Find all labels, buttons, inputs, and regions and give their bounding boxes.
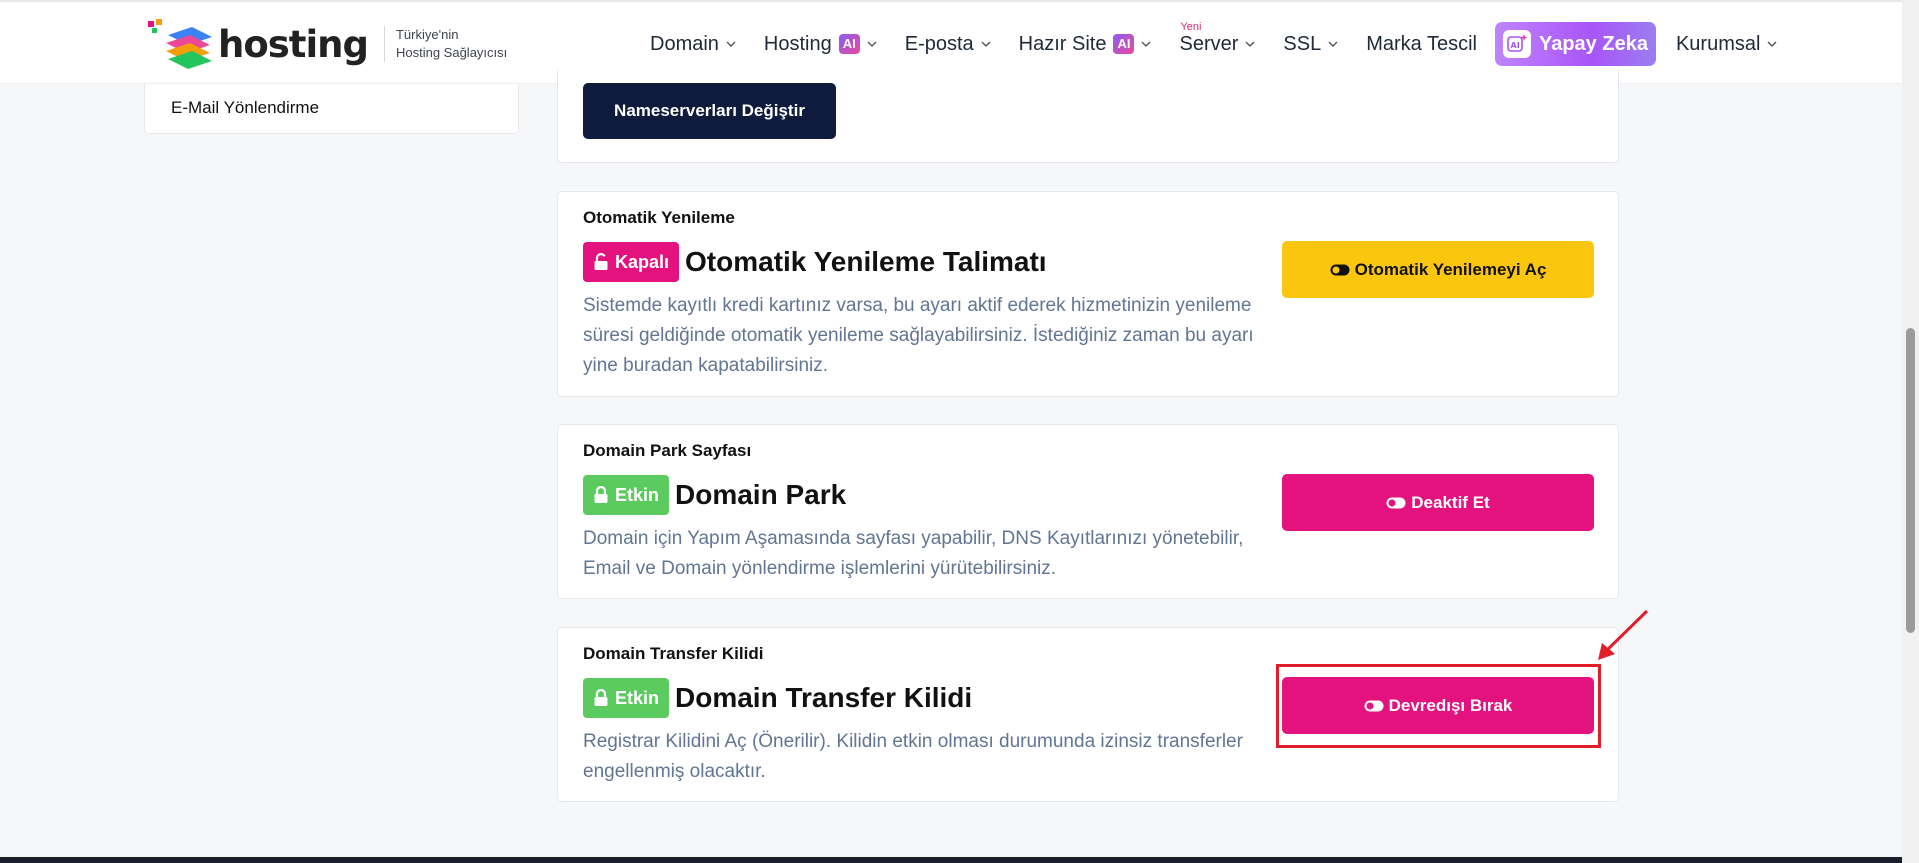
nav-item-label: Server (1179, 32, 1239, 55)
chevron-down-icon (1767, 41, 1777, 47)
annotation-highlight-box (1276, 664, 1601, 748)
status-badge: Etkin (583, 678, 670, 718)
section-description: Sistemde kayıtlı kredi kartınız varsa, b… (583, 295, 1254, 376)
nav-item-kurumsal[interactable]: Kurumsal (1676, 33, 1779, 56)
footer-edge (0, 857, 1902, 863)
enable-auto-renew-button[interactable]: Otomatik Yenilemeyi Aç (1282, 241, 1594, 298)
auto-renew-panel: Otomatik Yenileme Kapalı Otomatik Yenile… (557, 191, 1619, 397)
logo-tagline-line2: Hosting Sağlayıcısı (395, 45, 508, 60)
chevron-down-icon (981, 41, 991, 47)
section-title: Domain Park (675, 479, 847, 510)
nav-item-label: Domain (650, 32, 719, 55)
scrollbar-thumb[interactable] (1906, 328, 1915, 633)
lock-icon (594, 689, 608, 706)
toggle-icon (1330, 264, 1350, 275)
nav-item-server[interactable]: Yeni Server (1179, 21, 1257, 56)
chevron-down-icon (1328, 41, 1338, 47)
nav-item-marka-tescil[interactable]: Marka Tescil (1366, 33, 1477, 56)
status-label: Etkin (615, 687, 660, 708)
nav-item-domain[interactable]: Domain (650, 33, 738, 56)
logo-divider (383, 26, 385, 62)
logo-wordmark: hosting (218, 22, 369, 66)
section-description: Domain için Yapım Aşamasında sayfası yap… (583, 528, 1244, 579)
status-badge: Etkin (583, 475, 670, 515)
button-label: Otomatik Yenilemeyi Aç (1354, 259, 1547, 279)
domain-park-panel: Domain Park Sayfası Etkin Domain Park Do… (557, 424, 1619, 599)
lock-icon (594, 486, 608, 503)
chevron-down-icon (726, 41, 736, 47)
nav-item-label: Marka Tescil (1366, 32, 1477, 55)
nav-item-label: SSL (1283, 32, 1322, 55)
chevron-down-icon (867, 41, 877, 47)
nav-item-yapay-zeka[interactable]: AI Yapay Zeka (1494, 22, 1656, 66)
section-description: Registrar Kilidini Aç (Önerilir). Kilidi… (583, 731, 1243, 782)
svg-text:AI: AI (1510, 41, 1519, 50)
nav-item-ssl[interactable]: SSL (1283, 33, 1340, 56)
section-label: Domain Park Sayfası (583, 441, 752, 460)
status-label: Kapalı (615, 251, 670, 272)
change-nameservers-button[interactable]: Nameserverları Değiştir (583, 83, 836, 139)
title-row: Etkin Domain Park (583, 475, 846, 515)
logo-tagline: Türkiye'nin Hosting Sağlayıcısı (396, 26, 507, 62)
section-label: Domain Transfer Kilidi (583, 644, 764, 663)
section-title: Domain Transfer Kilidi (675, 682, 973, 713)
sidebar-item-email-forwarding[interactable]: E-Mail Yönlendirme (171, 98, 319, 118)
logo[interactable]: hosting Türkiye'nin Hosting Sağlayıcısı (146, 16, 507, 72)
nav-item-hosting[interactable]: Hosting AI (764, 33, 879, 56)
nav-item-label: Kurumsal (1675, 32, 1761, 55)
status-badge: Kapalı (583, 242, 680, 282)
button-label: Deaktif Et (1411, 492, 1490, 512)
deactivate-park-button[interactable]: Deaktif Et (1282, 474, 1594, 531)
logo-mark-icon (146, 19, 216, 69)
new-badge: Yeni (1180, 20, 1202, 33)
ai-badge: AI (1113, 34, 1135, 54)
section-label: Otomatik Yenileme (583, 208, 735, 227)
logo-tagline-line1: Türkiye'nin (395, 27, 459, 42)
section-title: Otomatik Yenileme Talimatı (685, 246, 1047, 277)
chevron-down-icon (1141, 41, 1151, 47)
title-row: Kapalı Otomatik Yenileme Talimatı (583, 242, 1047, 282)
nav-item-label: Hosting (763, 32, 832, 55)
status-label: Etkin (615, 484, 660, 505)
chevron-down-icon (1245, 41, 1255, 47)
nameserver-panel: Nameserverları Değiştir (557, 70, 1619, 163)
nav-item-label: Hazır Site (1018, 32, 1107, 55)
nav-item-e-posta[interactable]: E-posta (905, 33, 993, 56)
page-scrollbar[interactable] (1902, 0, 1919, 863)
sidebar-menu: E-Mail Yönlendirme (144, 84, 519, 134)
unlock-icon (594, 253, 608, 270)
nav-item-label: Yapay Zeka (1538, 32, 1648, 55)
annotation-arrow-icon (1598, 609, 1649, 660)
ai-badge: AI (838, 34, 860, 54)
title-row: Etkin Domain Transfer Kilidi (583, 678, 972, 718)
nav-item-hazir-site[interactable]: Hazır Site AI (1019, 33, 1154, 56)
ai-sparkle-icon: AI (1502, 30, 1531, 58)
toggle-icon (1386, 497, 1406, 508)
nav-item-label: E-posta (904, 32, 974, 55)
